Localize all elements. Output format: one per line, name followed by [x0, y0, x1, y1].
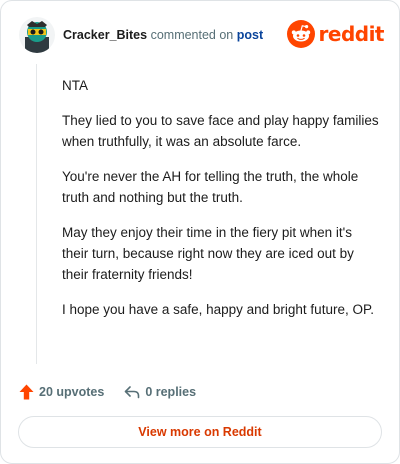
comment-paragraph: You're never the AH for telling the trut…: [62, 169, 359, 205]
upvote-count: 20 upvotes: [39, 385, 105, 399]
comment-paragraph: I hope you have a safe, happy and bright…: [62, 302, 374, 317]
comment-paragraph: May they enjoy their time in the fiery p…: [62, 225, 354, 282]
comment-body: NTA They lied to you to save face and pl…: [62, 75, 380, 334]
comment-paragraph: They lied to you to save face and play h…: [62, 113, 379, 149]
reply-arrow-icon: [125, 386, 140, 399]
reddit-logo[interactable]: reddit: [286, 20, 385, 48]
user-avatar[interactable]: [19, 17, 55, 53]
comment-header: Cracker_Bites commented on post reddit: [19, 15, 385, 55]
view-more-on-reddit-button[interactable]: View more on Reddit: [18, 416, 382, 448]
replies[interactable]: 0 replies: [124, 385, 196, 399]
action-text: commented on: [150, 28, 234, 42]
upvote-arrow-icon: [19, 384, 34, 400]
upvotes[interactable]: 20 upvotes: [19, 384, 104, 400]
comment-footer: 20 upvotes 0 replies: [19, 381, 196, 403]
reddit-snoo-icon: [286, 20, 315, 48]
embedded-comment-card: Cracker_Bites commented on post reddit N…: [0, 0, 400, 464]
comment-paragraph: NTA: [62, 78, 88, 93]
thread-line: [36, 64, 37, 364]
post-link[interactable]: post: [237, 28, 263, 42]
reply-count: 0 replies: [145, 385, 197, 399]
comment-meta: Cracker_Bites commented on post: [63, 27, 263, 43]
reddit-wordmark: reddit: [318, 22, 385, 46]
author-name[interactable]: Cracker_Bites: [63, 28, 147, 42]
